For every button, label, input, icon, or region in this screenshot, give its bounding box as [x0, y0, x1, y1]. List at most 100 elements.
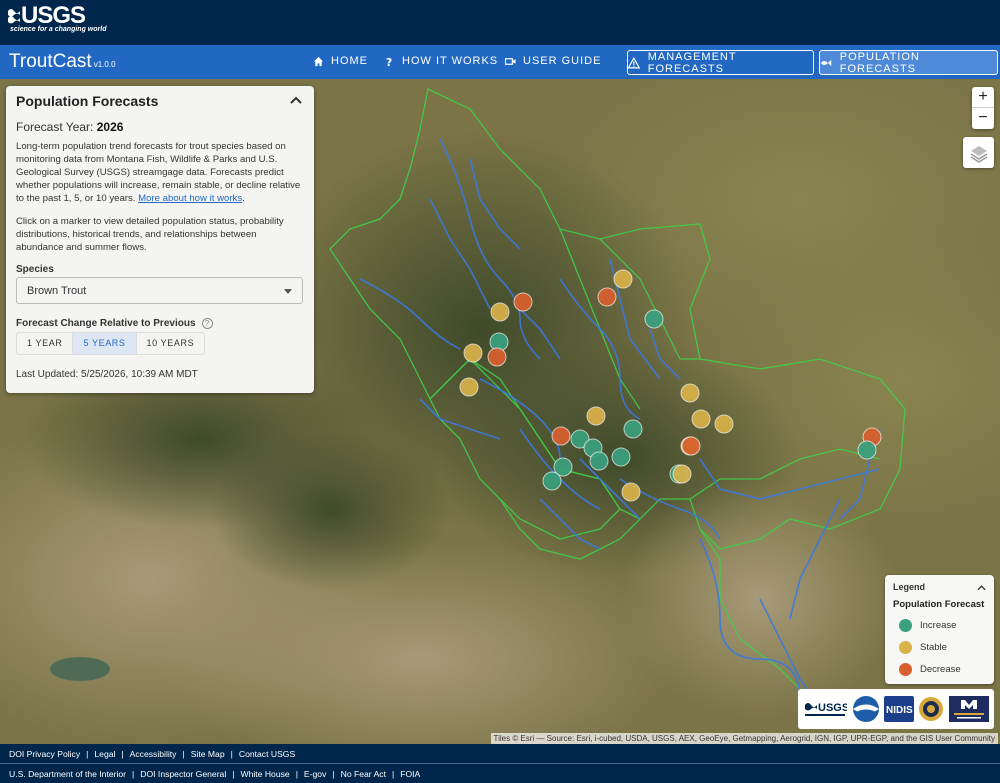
footer-link-egov[interactable]: E-gov	[304, 769, 326, 779]
legend-item-stable: Stable	[899, 641, 947, 654]
footer-link-inspector[interactable]: DOI Inspector General	[140, 769, 226, 779]
nidis-logo[interactable]: NIDIS	[883, 696, 914, 722]
map-marker-increase[interactable]	[542, 471, 562, 491]
decrease-swatch	[899, 663, 912, 676]
footer-link-doi[interactable]: U.S. Department of the Interior	[9, 769, 126, 779]
map-marker-decrease[interactable]	[681, 436, 701, 456]
chevron-up-icon[interactable]	[977, 584, 986, 591]
footer-link-privacy[interactable]: DOI Privacy Policy	[9, 749, 80, 759]
nav-user-guide[interactable]: USER GUIDE	[505, 55, 601, 67]
dropdown-caret-icon	[284, 289, 292, 294]
map-marker-increase[interactable]	[623, 419, 643, 439]
forecast-year-value: 2026	[96, 120, 124, 134]
nav-how-it-works-label: HOW IT WORKS	[402, 55, 499, 67]
legend-label-decrease: Decrease	[920, 664, 961, 675]
last-updated: Last Updated: 5/25/2026, 10:39 AM MDT	[16, 369, 198, 380]
map-marker-stable[interactable]	[613, 269, 633, 289]
option-1-year[interactable]: 1 YEAR	[17, 333, 74, 354]
species-label: Species	[16, 264, 54, 275]
map-marker-stable[interactable]	[714, 414, 734, 434]
zoom-out-button[interactable]: −	[972, 108, 994, 129]
legend-title: Legend	[893, 582, 926, 592]
footer: DOI Privacy Policy | Legal | Accessibility…	[0, 744, 1000, 783]
nav-home[interactable]: HOME	[313, 55, 368, 67]
footer-link-whitehouse[interactable]: White House	[240, 769, 289, 779]
legend: Legend Population Forecast Increase Stab…	[885, 575, 994, 684]
map-marker-decrease[interactable]	[487, 347, 507, 367]
population-forecasts-label: POPULATION FORECASTS	[839, 50, 920, 75]
footer-link-accessibility[interactable]: Accessibility	[130, 749, 177, 759]
footer-link-foia[interactable]: FOIA	[400, 769, 420, 779]
usgs-tagline: science for a changing world	[10, 26, 107, 33]
species-select-value: Brown Trout	[27, 285, 87, 297]
footer-link-legal[interactable]: Legal	[94, 749, 115, 759]
option-5-years[interactable]: 5 YEARS	[73, 333, 137, 354]
partner-logos: USGS NIDIS	[798, 689, 994, 729]
legend-subtitle: Population Forecast	[893, 599, 985, 610]
usgs-banner: USGS science for a changing world	[0, 0, 1000, 45]
map-marker-stable[interactable]	[680, 383, 700, 403]
app-title[interactable]: TroutCast v1.0.0	[9, 51, 116, 73]
svg-text:USGS: USGS	[818, 702, 847, 714]
question-icon: ?	[386, 56, 393, 67]
more-about-link[interactable]: More about how it works	[138, 193, 242, 204]
map-marker-stable[interactable]	[459, 377, 479, 397]
map-marker-increase[interactable]	[611, 447, 631, 467]
footer-link-sitemap[interactable]: Site Map	[191, 749, 225, 759]
msu-seal-logo[interactable]	[918, 696, 944, 722]
montana-state-logo[interactable]	[948, 696, 989, 722]
map-marker-increase[interactable]	[589, 451, 609, 471]
legend-label-increase: Increase	[920, 620, 957, 631]
legend-item-decrease: Decrease	[899, 663, 961, 676]
usgs-logo[interactable]: USGS science for a changing world	[8, 4, 106, 33]
forecast-change-label: Forecast Change Relative to Previous ?	[16, 318, 213, 329]
usgs-partner-logo[interactable]: USGS	[803, 697, 848, 721]
forecast-change-label-text: Forecast Change Relative to Previous	[16, 318, 196, 329]
map-marker-increase[interactable]	[644, 309, 664, 329]
management-forecasts-label: MANAGEMENT FORECASTS	[647, 50, 737, 75]
map-marker-decrease[interactable]	[513, 292, 533, 312]
footer-row-1: DOI Privacy Policy | Legal | Accessibility…	[9, 749, 296, 759]
map-marker-increase[interactable]	[857, 440, 877, 460]
home-icon	[313, 56, 324, 66]
map-marker-stable[interactable]	[691, 409, 711, 429]
nav-how-it-works[interactable]: ? HOW IT WORKS	[384, 55, 498, 67]
map-marker-decrease[interactable]	[597, 287, 617, 307]
legend-label-stable: Stable	[920, 642, 947, 653]
footer-row-2: U.S. Department of the Interior | DOI Ins…	[9, 769, 421, 779]
map-marker-stable[interactable]	[490, 302, 510, 322]
map-marker-stable[interactable]	[463, 343, 483, 363]
svg-text:NIDIS: NIDIS	[886, 705, 913, 716]
panel-title: Population Forecasts	[16, 93, 159, 109]
usgs-logo-text: USGS	[21, 2, 86, 29]
nav-user-guide-label: USER GUIDE	[523, 55, 602, 67]
help-icon[interactable]: ?	[201, 318, 213, 329]
population-forecasts-button[interactable]: POPULATION FORECASTS	[819, 50, 998, 75]
legend-item-increase: Increase	[899, 619, 956, 632]
footer-link-nofear[interactable]: No Fear Act	[341, 769, 386, 779]
usgs-wave-icon	[8, 9, 20, 24]
fish-icon	[820, 59, 832, 66]
forecast-year-label: Forecast Year:	[16, 120, 94, 134]
population-forecasts-panel: Population Forecasts Forecast Year: 2026…	[6, 86, 314, 393]
option-10-years[interactable]: 10 YEARS	[137, 333, 205, 354]
forecast-year: Forecast Year: 2026	[16, 120, 123, 134]
noaa-logo[interactable]	[852, 695, 880, 723]
chevron-up-icon[interactable]	[290, 95, 302, 105]
zoom-control: + −	[972, 87, 994, 129]
map-marker-decrease[interactable]	[551, 426, 571, 446]
map-marker-stable[interactable]	[621, 482, 641, 502]
forecast-period-toggle: 1 YEAR 5 YEARS 10 YEARS	[16, 332, 206, 355]
management-forecasts-button[interactable]: MANAGEMENT FORECASTS	[627, 50, 814, 75]
map-marker-stable[interactable]	[586, 406, 606, 426]
zoom-in-button[interactable]: +	[972, 87, 994, 108]
app-version: v1.0.0	[93, 60, 116, 69]
stable-swatch	[899, 641, 912, 654]
panel-instructions: Click on a marker to view detailed popul…	[16, 216, 284, 253]
map-attribution: Tiles © Esri — Source: Esri, i-cubed, US…	[490, 733, 998, 744]
map-marker-stable[interactable]	[672, 464, 692, 484]
layers-button[interactable]	[963, 137, 994, 168]
species-select[interactable]: Brown Trout	[16, 277, 303, 304]
footer-link-contact[interactable]: Contact USGS	[239, 749, 295, 759]
svg-text:?: ?	[386, 56, 393, 67]
